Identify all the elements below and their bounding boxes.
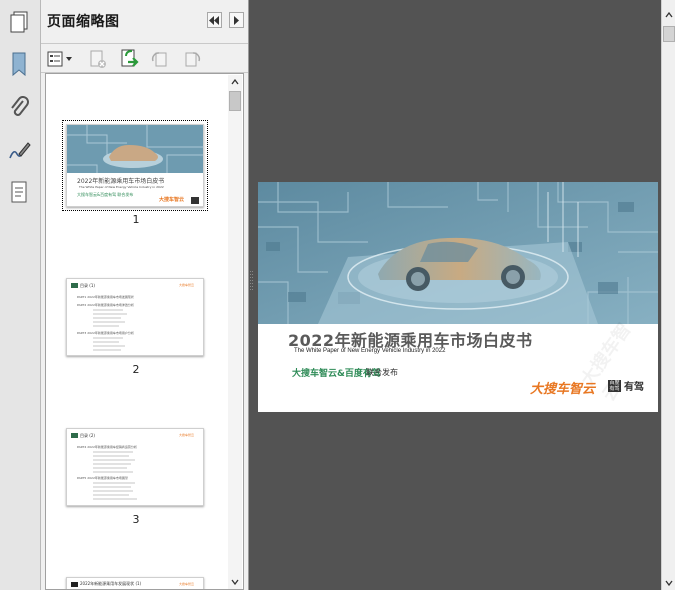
delete-pages-button[interactable] — [87, 48, 109, 70]
document-page: 大搜车智云 2022年新能源乘用车市场白皮书 The White Paper o… — [258, 182, 658, 412]
insert-page-icon — [121, 49, 139, 67]
double-chevron-left-icon — [209, 15, 219, 25]
toc-part-4: PART4 2022年新能源乘用车经销商运营分析 — [77, 445, 137, 449]
toc-part-3: PART3 2022年新能源乘用车市场用户分析 — [77, 331, 134, 335]
delete-page-icon — [90, 50, 106, 68]
thumbnail-page-1[interactable]: 2022年新能源乘用车市场白皮书 The White Paper of New … — [62, 120, 208, 211]
signatures-icon[interactable] — [6, 137, 32, 165]
panel-resize-handle[interactable] — [249, 270, 255, 292]
page-brand: 大搜车智云 — [179, 433, 195, 437]
chevron-up-icon — [231, 79, 239, 85]
scroll-up-button[interactable] — [228, 75, 242, 89]
toc-part-5: PART5 2022年新能源乘用车市场展望 — [77, 476, 128, 480]
youjia-logo-text: 有驾 — [624, 382, 644, 393]
navigation-toolbar — [0, 0, 41, 590]
document-properties-icon[interactable] — [6, 178, 32, 206]
cover-illustration — [258, 182, 658, 324]
cover-title: 2022年新能源乘用车市场白皮书 — [77, 178, 165, 185]
youjia-logo: 百度 有驾 有驾 — [608, 378, 644, 393]
header-marker — [71, 433, 78, 438]
thumbnail-page-4[interactable]: 2022年新能源乘用车发展现状 (1) 大搜车智云 — [66, 577, 204, 589]
chevron-down-icon — [231, 579, 239, 585]
panel-header: 页面缩略图 — [41, 0, 248, 44]
scroll-down-button[interactable] — [228, 575, 242, 589]
toc-part-1: PART1 2022年新能源乘用车市场发展现状 — [77, 295, 134, 299]
page-header: 目录 (2) — [80, 433, 95, 438]
collapse-panel-button[interactable] — [207, 12, 222, 28]
toc-lines — [93, 309, 133, 331]
dasouche-logo: 大搜车智云 — [530, 382, 596, 397]
chevron-right-icon — [234, 15, 239, 25]
options-icon — [47, 51, 72, 67]
insert-pages-button[interactable] — [119, 48, 141, 70]
toc-lines — [93, 337, 133, 353]
scroll-down-button[interactable] — [662, 576, 675, 590]
thumbnail-page-3[interactable]: 目录 (2) 大搜车智云 PART4 2022年新能源乘用车经销商运营分析 PA… — [66, 428, 204, 506]
page-number-2: 2 — [132, 363, 140, 376]
panel-title: 页面缩略图 — [47, 14, 120, 30]
youjia-logo-icon — [191, 197, 199, 204]
page-header: 目录 (1) — [80, 283, 95, 288]
thumbnail-page-2[interactable]: 目录 (1) 大搜车智云 PART1 2022年新能源乘用车市场发展现状 PAR… — [66, 278, 204, 356]
thumbnail-list[interactable]: 2022年新能源乘用车市场白皮书 The White Paper of New … — [45, 73, 244, 590]
bookmarks-icon[interactable] — [6, 50, 32, 78]
document-subtitle: The White Paper of New Energy Vehicle In… — [294, 348, 446, 354]
rotate-left-button[interactable] — [149, 48, 171, 70]
page-thumbnails-panel: 页面缩略图 2022年新能源乘用车市场白皮书 The White Paper o… — [41, 0, 249, 590]
document-scrollbar[interactable] — [661, 0, 675, 590]
scroll-thumb[interactable] — [663, 26, 675, 42]
header-marker — [71, 582, 78, 587]
scroll-thumb[interactable] — [229, 91, 241, 111]
rotate-page-icon — [151, 52, 167, 67]
publisher-suffix: 联合发布 — [366, 368, 398, 377]
expand-panel-button[interactable] — [229, 12, 244, 28]
page-thumbnails-icon[interactable] — [6, 8, 32, 36]
attachments-icon[interactable] — [6, 94, 32, 122]
page-header: 2022年新能源乘用车发展现状 (1) — [80, 581, 142, 586]
thumbnail-scrollbar[interactable] — [228, 75, 242, 589]
page-number-1: 1 — [132, 213, 140, 226]
youjia-logo-icon: 百度 有驾 — [608, 379, 621, 392]
cover-publisher: 大搜车智云&百度有驾 联合发布 — [77, 192, 134, 197]
chevron-up-icon — [664, 12, 673, 18]
cover-subtitle: The White Paper of New Energy Vehicle In… — [79, 185, 164, 189]
toc-part-2: PART2 2022年新能源乘用车市场渗透分析 — [77, 303, 134, 307]
rotate-right-button[interactable] — [181, 48, 203, 70]
page-brand: 大搜车智云 — [179, 283, 195, 287]
scroll-up-button[interactable] — [662, 8, 675, 22]
options-menu-button[interactable] — [45, 48, 75, 70]
toc-lines — [93, 451, 143, 475]
page-brand: 大搜车智云 — [179, 582, 195, 586]
page-number-3: 3 — [132, 513, 140, 526]
chevron-down-icon — [664, 580, 673, 586]
cover-logo: 大搜车智云 — [159, 197, 185, 203]
thumbnail-toolbar — [41, 44, 248, 73]
rotate-page-icon — [185, 52, 201, 67]
cover-image — [67, 125, 203, 173]
toc-lines — [93, 482, 143, 504]
header-marker — [71, 283, 78, 288]
